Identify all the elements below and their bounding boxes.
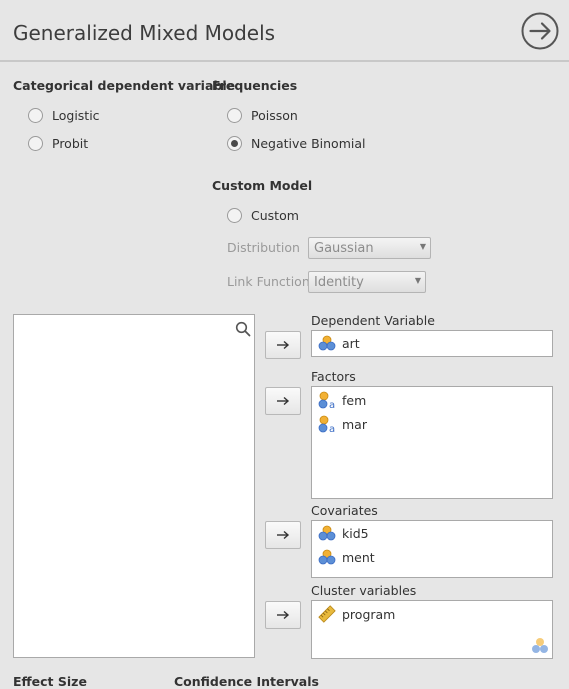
- move-to-cluster-button[interactable]: [265, 601, 301, 629]
- negative-binomial-label: Negative Binomial: [251, 136, 366, 151]
- arrow-right-icon: [277, 530, 290, 540]
- custom-radio[interactable]: Custom: [227, 208, 299, 223]
- logistic-radio[interactable]: Logistic: [28, 108, 100, 123]
- radio-circle: [227, 136, 242, 151]
- covariates-box[interactable]: kid5 ment: [311, 520, 553, 578]
- cluster-variables-label: Cluster variables: [311, 583, 417, 598]
- dependent-variable-box[interactable]: art: [311, 330, 553, 357]
- radio-circle: [28, 136, 43, 151]
- distribution-label: Distribution: [227, 240, 300, 255]
- list-item[interactable]: program: [318, 605, 395, 623]
- continuous-variable-icon: [318, 525, 336, 541]
- available-variables-list[interactable]: [13, 314, 255, 658]
- confidence-intervals-title: Confidence Intervals: [174, 674, 319, 689]
- probit-label: Probit: [52, 136, 89, 151]
- variable-types-hint-icon: [532, 638, 548, 653]
- cluster-variables-box[interactable]: program: [311, 600, 553, 659]
- search-icon[interactable]: [235, 321, 251, 337]
- frequencies-title: Frequencies: [212, 78, 298, 93]
- factors-box[interactable]: a fem a mar: [311, 386, 553, 499]
- effect-size-title: Effect Size: [13, 674, 87, 689]
- go-button[interactable]: [521, 12, 559, 50]
- custom-label: Custom: [251, 208, 299, 223]
- link-function-value: Identity: [314, 274, 364, 290]
- list-item[interactable]: a mar: [318, 415, 367, 433]
- arrow-right-icon: [277, 340, 290, 350]
- nominal-variable-icon: a: [318, 391, 335, 409]
- id-variable-icon: [318, 605, 336, 623]
- svg-text:a: a: [329, 424, 335, 433]
- logistic-label: Logistic: [52, 108, 100, 123]
- move-to-dependent-button[interactable]: [265, 331, 301, 359]
- distribution-select[interactable]: Gaussian ▼: [308, 237, 431, 259]
- svg-text:a: a: [329, 400, 335, 409]
- factors-label: Factors: [311, 369, 356, 384]
- poisson-radio[interactable]: Poisson: [227, 108, 298, 123]
- dropdown-arrow-icon: ▼: [414, 276, 421, 285]
- arrow-circle-right-icon: [521, 12, 559, 50]
- arrow-right-icon: [277, 396, 290, 406]
- probit-radio[interactable]: Probit: [28, 136, 88, 151]
- covariates-label: Covariates: [311, 503, 378, 518]
- distribution-value: Gaussian: [314, 240, 374, 256]
- radio-dot: [231, 140, 238, 147]
- page-title: Generalized Mixed Models: [13, 21, 276, 45]
- negative-binomial-radio[interactable]: Negative Binomial: [227, 136, 365, 151]
- continuous-variable-icon: [318, 549, 336, 565]
- custom-model-title: Custom Model: [212, 178, 313, 193]
- dropdown-arrow-icon: ▼: [419, 242, 426, 251]
- dependent-variable-label: Dependent Variable: [311, 313, 435, 328]
- move-to-covariates-button[interactable]: [265, 521, 301, 549]
- list-item[interactable]: ment: [318, 549, 375, 565]
- list-item[interactable]: kid5: [318, 525, 369, 541]
- nominal-variable-icon: a: [318, 415, 335, 433]
- list-item[interactable]: art: [318, 335, 360, 351]
- arrow-right-icon: [277, 610, 290, 620]
- move-to-factors-button[interactable]: [265, 387, 301, 415]
- radio-circle: [227, 208, 242, 223]
- poisson-label: Poisson: [251, 108, 298, 123]
- list-item[interactable]: a fem: [318, 391, 366, 409]
- radio-circle: [227, 108, 242, 123]
- radio-circle: [28, 108, 43, 123]
- link-function-label: Link Function: [227, 274, 310, 289]
- categorical-title: Categorical dependent variable: [13, 78, 236, 93]
- link-function-select[interactable]: Identity ▼: [308, 271, 426, 293]
- continuous-variable-icon: [318, 335, 336, 351]
